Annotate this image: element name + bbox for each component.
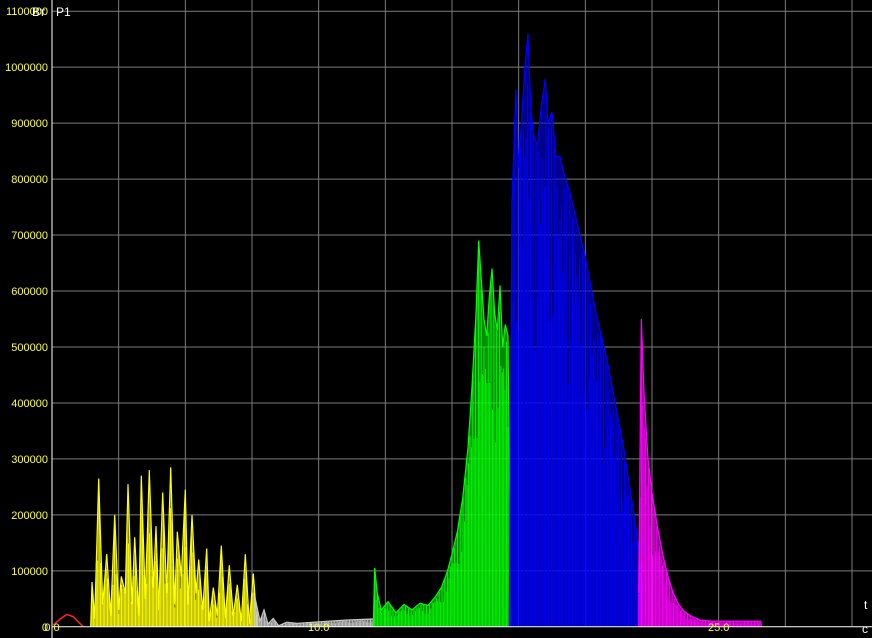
y-tick-label-4: 400000 bbox=[11, 398, 48, 410]
x-axis-unit: с bbox=[862, 622, 868, 636]
chart-background bbox=[0, 0, 872, 638]
y-tick-label-8: 800000 bbox=[11, 174, 48, 186]
y-tick-label-7: 700000 bbox=[11, 230, 48, 242]
y-tick-label-5: 500000 bbox=[11, 342, 48, 354]
x-tick-label-0: 0.0 bbox=[44, 622, 59, 634]
y-tick-label-9: 900000 bbox=[11, 118, 48, 130]
y-axis-unit: Вт bbox=[32, 5, 46, 19]
y-tick-label-1: 100000 bbox=[11, 566, 48, 578]
y-tick-label-6: 600000 bbox=[11, 286, 48, 298]
y-axis-name: P1 bbox=[56, 5, 71, 19]
power-chart: 0100000200000300000400000500000600000700… bbox=[0, 0, 872, 638]
y-tick-label-10: 1000000 bbox=[5, 62, 48, 74]
x-tick-label-2: 25.0 bbox=[708, 622, 729, 634]
y-tick-label-3: 300000 bbox=[11, 454, 48, 466]
y-tick-label-2: 200000 bbox=[11, 510, 48, 522]
x-tick-label-1: 10.0 bbox=[308, 622, 329, 634]
